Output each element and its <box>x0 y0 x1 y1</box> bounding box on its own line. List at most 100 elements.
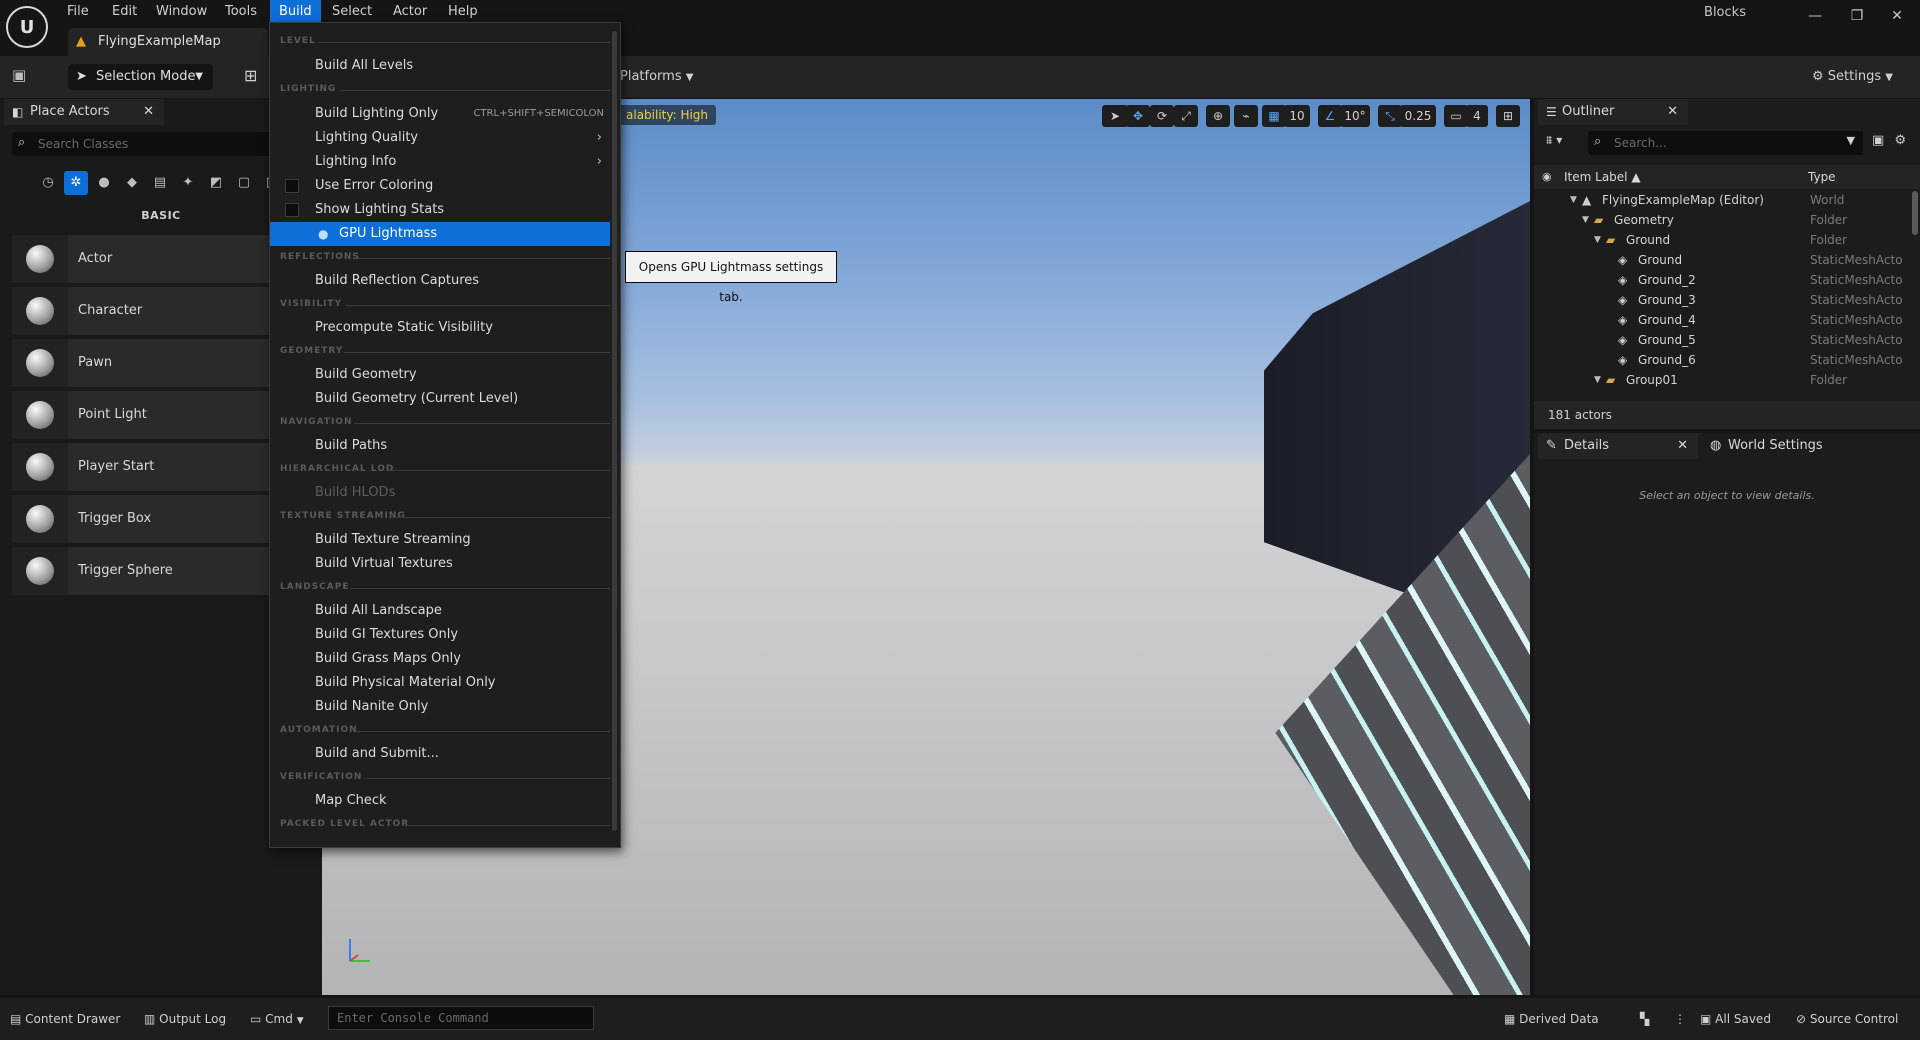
minimize-icon[interactable]: — <box>1792 0 1838 32</box>
show-lighting-stats-checkbox[interactable] <box>285 203 299 217</box>
camera-speed-value[interactable]: 4 <box>1466 105 1488 127</box>
search-classes-input[interactable] <box>38 132 298 156</box>
scale-snap-value[interactable]: 0.25 <box>1400 105 1436 127</box>
scale-snap-icon[interactable]: ⤡ <box>1378 105 1402 127</box>
build-all-landscape-item[interactable]: Build All Landscape <box>270 599 610 623</box>
surface-snap-icon[interactable]: ⌁ <box>1234 105 1258 127</box>
visibility-icon[interactable]: ◉ <box>1542 165 1552 189</box>
column-item-label[interactable]: Item Label ▲ <box>1564 165 1641 189</box>
viewport-layout-icon[interactable]: ⊞ <box>1496 105 1520 127</box>
lighting-info-item[interactable]: Lighting Info › <box>270 150 610 174</box>
world-settings-tab[interactable]: ◍ World Settings <box>1702 433 1882 459</box>
build-nanite-only-item[interactable]: Build Nanite Only <box>270 695 610 719</box>
recent-icon[interactable]: ◷ <box>36 171 60 195</box>
close-icon[interactable]: ✕ <box>1874 0 1920 32</box>
use-error-coloring-item[interactable]: Use Error Coloring <box>270 174 610 198</box>
platforms-button[interactable]: Platforms ▼ <box>620 64 693 90</box>
close-icon[interactable]: ✕ <box>143 99 154 125</box>
gear-icon[interactable]: ⚙ <box>1894 133 1906 148</box>
outliner-row[interactable]: ◈ Ground_3 StaticMeshActo <box>1534 290 1906 310</box>
content-drawer-button[interactable]: ▤ Content Drawer <box>10 1006 120 1032</box>
show-lighting-stats-item[interactable]: Show Lighting Stats <box>270 198 610 222</box>
more-options-icon[interactable]: ⋮ <box>1674 1006 1686 1032</box>
source-control-button[interactable]: ⊘ Source Control <box>1796 1006 1898 1032</box>
cmd-dropdown[interactable]: ▭ Cmd ▼ <box>250 1006 304 1032</box>
precompute-static-visibility-item[interactable]: Precompute Static Visibility <box>270 316 610 340</box>
filter-icon[interactable]: ⩩ ▾ <box>1546 133 1562 148</box>
outliner-row[interactable]: ◈ Ground_4 StaticMeshActo <box>1534 310 1906 330</box>
outliner-search-input[interactable] <box>1614 131 1834 155</box>
level-tab[interactable]: ▲ FlyingExampleMap <box>68 28 268 56</box>
camera-speed-icon[interactable]: ▭ <box>1444 105 1468 127</box>
build-lighting-only-item[interactable]: Build Lighting Only CTRL+SHIFT+SEMICOLON <box>270 102 610 126</box>
expand-arrow-icon[interactable]: ▼ <box>1594 370 1601 390</box>
build-physical-material-only-item[interactable]: Build Physical Material Only <box>270 671 610 695</box>
map-check-item[interactable]: Map Check <box>270 789 610 813</box>
add-folder-icon[interactable]: ▣ <box>1872 133 1884 148</box>
use-error-coloring-checkbox[interactable] <box>285 179 299 193</box>
build-texture-streaming-item[interactable]: Build Texture Streaming <box>270 528 610 552</box>
add-content-icon[interactable]: ⊞ <box>244 66 257 85</box>
close-icon[interactable]: ✕ <box>1677 433 1688 459</box>
menu-build[interactable]: Build <box>270 0 321 24</box>
menu-tools[interactable]: Tools <box>216 0 266 24</box>
unreal-logo-icon[interactable]: U <box>6 6 48 48</box>
outliner-row[interactable]: ◈ Ground_6 StaticMeshActo <box>1534 350 1906 370</box>
build-geometry-item[interactable]: Build Geometry <box>270 363 610 387</box>
network-icon[interactable]: ▚ <box>1640 1006 1649 1032</box>
save-icon[interactable]: ▣ <box>12 66 38 88</box>
details-tab[interactable]: ✎ Details ✕ <box>1538 433 1698 459</box>
selection-mode-button[interactable]: ➤ Selection Mode ▼ <box>68 64 213 90</box>
menu-file[interactable]: File <box>58 0 98 24</box>
lighting-quality-item[interactable]: Lighting Quality › <box>270 126 610 150</box>
outliner-row[interactable]: ◈ Ground StaticMeshActo <box>1534 250 1906 270</box>
scale-tool-icon[interactable]: ⤢ <box>1174 105 1198 127</box>
expand-arrow-icon[interactable]: ▼ <box>1594 230 1601 250</box>
expand-arrow-icon[interactable]: ▼ <box>1582 210 1589 230</box>
cinematic-icon[interactable]: ▤ <box>148 171 172 195</box>
outliner-row[interactable]: ▼ ▰ Ground Folder <box>1534 230 1906 250</box>
menu-select[interactable]: Select <box>323 0 381 24</box>
grid-snap-icon[interactable]: ▦ <box>1262 105 1286 127</box>
lights-icon[interactable]: ● <box>92 171 116 195</box>
gpu-lightmass-item[interactable]: ● GPU Lightmass <box>270 222 610 246</box>
all-saved-button[interactable]: ▣ All Saved <box>1700 1006 1771 1032</box>
derived-data-button[interactable]: ▦ Derived Data <box>1504 1006 1599 1032</box>
visual-effects-icon[interactable]: ✦ <box>176 171 200 195</box>
menu-help[interactable]: Help <box>439 0 487 24</box>
outliner-row[interactable]: ▼ ▰ Geometry Folder <box>1534 210 1906 230</box>
menu-actor[interactable]: Actor <box>384 0 436 24</box>
build-geometry-current-level-item[interactable]: Build Geometry (Current Level) <box>270 387 610 411</box>
build-all-levels-item[interactable]: Build All Levels <box>270 54 610 78</box>
rotation-snap-icon[interactable]: ∠ <box>1318 105 1342 127</box>
build-grass-maps-only-item[interactable]: Build Grass Maps Only <box>270 647 610 671</box>
build-reflection-captures-item[interactable]: Build Reflection Captures <box>270 269 610 293</box>
expand-arrow-icon[interactable]: ▼ <box>1570 190 1577 210</box>
outliner-row[interactable]: ◈ Ground_2 StaticMeshActo <box>1534 270 1906 290</box>
output-log-button[interactable]: ▥ Output Log <box>144 1006 226 1032</box>
basic-shapes-icon[interactable]: ✲ <box>64 171 88 195</box>
outliner-row[interactable]: ▼ ▲ FlyingExampleMap (Editor) World <box>1534 190 1906 210</box>
geometry-icon[interactable]: ◩ <box>204 171 228 195</box>
outliner-row[interactable]: ◈ Ground_5 StaticMeshActo <box>1534 330 1906 350</box>
console-command-input[interactable] <box>329 1007 593 1029</box>
place-actors-tab[interactable]: ◧ Place Actors ✕ <box>4 99 164 125</box>
menu-edit[interactable]: Edit <box>103 0 146 24</box>
build-gi-textures-only-item[interactable]: Build GI Textures Only <box>270 623 610 647</box>
translate-tool-icon[interactable]: ✥ <box>1126 105 1150 127</box>
select-tool-icon[interactable]: ➤ <box>1102 105 1128 127</box>
close-icon[interactable]: ✕ <box>1667 99 1678 125</box>
rotation-snap-value[interactable]: 10° <box>1340 105 1370 127</box>
menu-scrollbar[interactable] <box>612 31 617 831</box>
world-space-icon[interactable]: ⊕ <box>1206 105 1230 127</box>
shapes-icon[interactable]: ◆ <box>120 171 144 195</box>
volumes-icon[interactable]: ▢ <box>232 171 256 195</box>
build-virtual-textures-item[interactable]: Build Virtual Textures <box>270 552 610 576</box>
outliner-tab[interactable]: ☰ Outliner ✕ <box>1538 99 1688 125</box>
settings-button[interactable]: ⚙ Settings ▼ <box>1812 64 1893 90</box>
column-type[interactable]: Type <box>1808 165 1836 189</box>
build-paths-item[interactable]: Build Paths <box>270 434 610 458</box>
rotate-tool-icon[interactable]: ⟳ <box>1150 105 1174 127</box>
outliner-row[interactable]: ▼ ▰ Group01 Folder <box>1534 370 1906 390</box>
build-and-submit-item[interactable]: Build and Submit... <box>270 742 610 766</box>
